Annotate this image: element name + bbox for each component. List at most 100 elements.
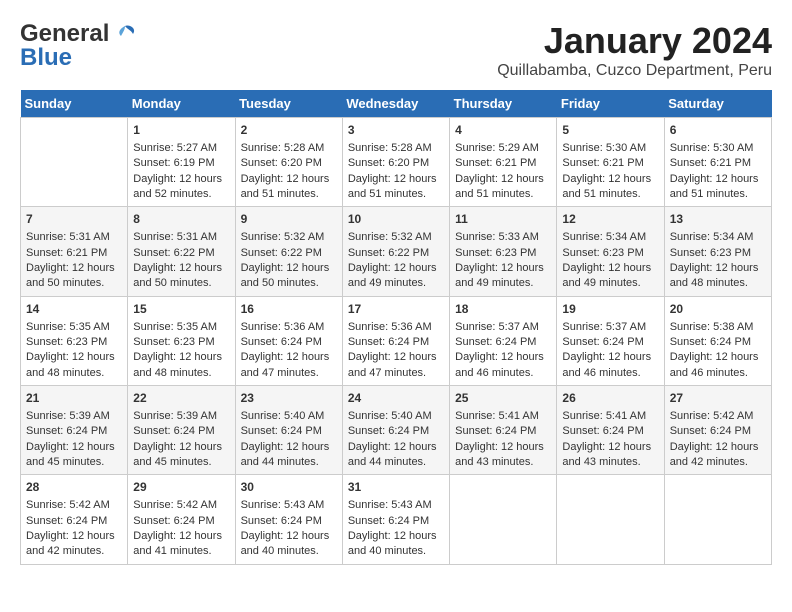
day-info: Sunset: 6:20 PM	[241, 156, 337, 171]
table-row: 15Sunrise: 5:35 AMSunset: 6:23 PMDayligh…	[128, 296, 235, 385]
day-info: Sunset: 6:23 PM	[670, 246, 766, 261]
table-row: 1Sunrise: 5:27 AMSunset: 6:19 PMDaylight…	[128, 118, 235, 207]
table-row: 9Sunrise: 5:32 AMSunset: 6:22 PMDaylight…	[235, 207, 342, 296]
day-number: 18	[455, 301, 551, 318]
day-info: Daylight: 12 hours	[670, 172, 766, 187]
day-number: 17	[348, 301, 444, 318]
day-info: Sunrise: 5:39 AM	[26, 409, 122, 424]
day-info: Daylight: 12 hours	[133, 440, 229, 455]
day-info: Daylight: 12 hours	[241, 440, 337, 455]
day-info: and 42 minutes.	[26, 544, 122, 559]
day-info: Daylight: 12 hours	[562, 261, 658, 276]
day-number: 25	[455, 390, 551, 407]
table-row: 8Sunrise: 5:31 AMSunset: 6:22 PMDaylight…	[128, 207, 235, 296]
logo-blue: Blue	[20, 44, 72, 72]
day-info: Sunrise: 5:29 AM	[455, 141, 551, 156]
day-number: 30	[241, 479, 337, 496]
calendar-body: 1Sunrise: 5:27 AMSunset: 6:19 PMDaylight…	[21, 118, 772, 565]
day-info: Daylight: 12 hours	[241, 529, 337, 544]
day-info: Sunrise: 5:37 AM	[455, 320, 551, 335]
table-row: 28Sunrise: 5:42 AMSunset: 6:24 PMDayligh…	[21, 475, 128, 564]
day-info: Daylight: 12 hours	[241, 350, 337, 365]
day-info: Daylight: 12 hours	[26, 529, 122, 544]
day-info: Daylight: 12 hours	[348, 172, 444, 187]
day-info: Sunset: 6:24 PM	[348, 424, 444, 439]
table-row: 16Sunrise: 5:36 AMSunset: 6:24 PMDayligh…	[235, 296, 342, 385]
calendar-table: Sunday Monday Tuesday Wednesday Thursday…	[20, 90, 772, 565]
day-number: 16	[241, 301, 337, 318]
day-info: Daylight: 12 hours	[455, 172, 551, 187]
page-title: January 2024	[497, 20, 772, 62]
day-number: 10	[348, 211, 444, 228]
day-info: Daylight: 12 hours	[455, 440, 551, 455]
day-info: Sunrise: 5:41 AM	[455, 409, 551, 424]
day-number: 3	[348, 122, 444, 139]
day-info: and 41 minutes.	[133, 544, 229, 559]
day-info: Daylight: 12 hours	[562, 350, 658, 365]
table-row	[21, 118, 128, 207]
day-info: Daylight: 12 hours	[26, 440, 122, 455]
day-info: Sunset: 6:24 PM	[26, 424, 122, 439]
table-row: 12Sunrise: 5:34 AMSunset: 6:23 PMDayligh…	[557, 207, 664, 296]
day-info: and 51 minutes.	[455, 187, 551, 202]
day-info: Sunset: 6:24 PM	[26, 514, 122, 529]
day-info: Sunrise: 5:40 AM	[348, 409, 444, 424]
day-info: Sunrise: 5:42 AM	[133, 498, 229, 513]
table-row: 7Sunrise: 5:31 AMSunset: 6:21 PMDaylight…	[21, 207, 128, 296]
day-info: Sunset: 6:21 PM	[455, 156, 551, 171]
day-info: and 46 minutes.	[455, 366, 551, 381]
day-number: 24	[348, 390, 444, 407]
page-subtitle: Quillabamba, Cuzco Department, Peru	[497, 62, 772, 80]
day-info: Daylight: 12 hours	[670, 440, 766, 455]
logo-bird-icon	[111, 22, 139, 46]
day-info: and 52 minutes.	[133, 187, 229, 202]
day-info: and 51 minutes.	[348, 187, 444, 202]
day-info: Sunset: 6:23 PM	[455, 246, 551, 261]
day-info: Daylight: 12 hours	[133, 261, 229, 276]
table-row: 26 Sunrise: 5:41 AMSunset: 6:24 PMDayligh…	[557, 386, 664, 475]
day-info: Sunrise: 5:34 AM	[670, 230, 766, 245]
day-number: 7	[26, 211, 122, 228]
table-row: 25Sunrise: 5:41 AMSunset: 6:24 PMDayligh…	[450, 386, 557, 475]
day-info: Sunrise: 5:33 AM	[455, 230, 551, 245]
table-row: 17Sunrise: 5:36 AMSunset: 6:24 PMDayligh…	[342, 296, 449, 385]
day-info: Sunset: 6:21 PM	[670, 156, 766, 171]
day-number: 9	[241, 211, 337, 228]
day-info: and 47 minutes.	[241, 366, 337, 381]
day-info: and 47 minutes.	[348, 366, 444, 381]
day-info: and 50 minutes.	[241, 276, 337, 291]
table-row: 10Sunrise: 5:32 AMSunset: 6:22 PMDayligh…	[342, 207, 449, 296]
day-info: Sunset: 6:24 PM	[133, 424, 229, 439]
table-row: 23Sunrise: 5:40 AMSunset: 6:24 PMDayligh…	[235, 386, 342, 475]
day-info: Daylight: 12 hours	[348, 350, 444, 365]
day-info: and 40 minutes.	[241, 544, 337, 559]
day-info: Sunrise: 5:28 AM	[241, 141, 337, 156]
calendar-header: Sunday Monday Tuesday Wednesday Thursday…	[21, 90, 772, 118]
header-saturday: Saturday	[664, 90, 771, 118]
day-info: Sunset: 6:24 PM	[348, 335, 444, 350]
day-info: Sunrise: 5:42 AM	[26, 498, 122, 513]
day-info: Sunrise: 5:37 AM	[562, 320, 658, 335]
day-info: and 43 minutes.	[562, 455, 658, 470]
table-row	[664, 475, 771, 564]
day-number: 21	[26, 390, 122, 407]
day-info: Daylight: 12 hours	[455, 350, 551, 365]
day-info: Sunrise: 5:30 AM	[562, 141, 658, 156]
day-number: 12	[562, 211, 658, 228]
logo: General Blue	[20, 20, 139, 72]
day-info: and 51 minutes.	[562, 187, 658, 202]
day-info: Daylight: 12 hours	[26, 261, 122, 276]
day-info: and 48 minutes.	[26, 366, 122, 381]
day-info: Sunrise: 5:35 AM	[26, 320, 122, 335]
day-info: Sunrise: 5:31 AM	[26, 230, 122, 245]
table-row: 11Sunrise: 5:33 AMSunset: 6:23 PMDayligh…	[450, 207, 557, 296]
table-row: 27Sunrise: 5:42 AMSunset: 6:24 PMDayligh…	[664, 386, 771, 475]
day-info: Sunrise: 5:36 AM	[241, 320, 337, 335]
day-info: Daylight: 12 hours	[562, 440, 658, 455]
day-info: Daylight: 12 hours	[562, 172, 658, 187]
day-info: Sunset: 6:24 PM	[562, 424, 658, 439]
day-info: Sunrise: 5:41 AM	[562, 409, 658, 424]
day-number: 26	[562, 390, 658, 407]
day-info: Sunset: 6:24 PM	[133, 514, 229, 529]
day-number: 15	[133, 301, 229, 318]
